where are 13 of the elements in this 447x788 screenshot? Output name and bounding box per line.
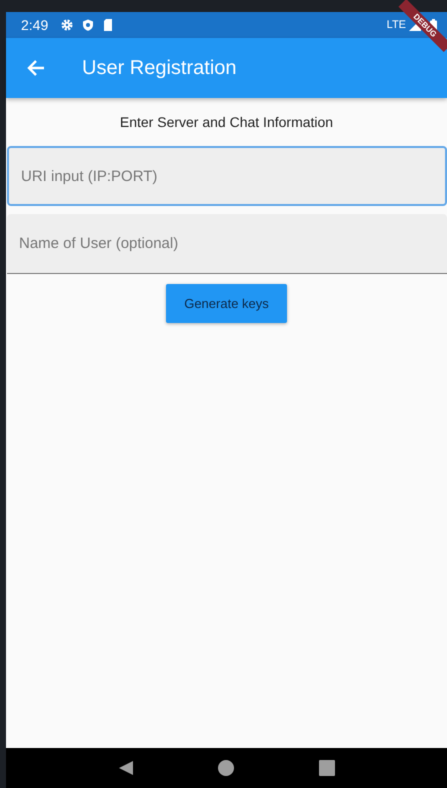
input-field[interactable]: Name of User (optional) — [7, 214, 447, 274]
back-triangle-icon[interactable] — [118, 760, 134, 776]
status-time: 2:49 — [21, 17, 48, 33]
section-heading: Enter Server and Chat Information — [118, 114, 334, 130]
input-field[interactable]: URI input (IP:PORT) — [7, 146, 447, 206]
sd-card-icon — [103, 19, 114, 31]
shield-icon — [82, 19, 94, 31]
app-bar-title: User Registration — [82, 56, 237, 80]
home-circle-icon[interactable] — [218, 760, 234, 776]
back-arrow-icon[interactable] — [26, 58, 46, 78]
gear-icon — [61, 19, 74, 31]
recents-square-icon[interactable] — [318, 760, 335, 776]
generate-keys-button[interactable]: Generate keys — [166, 284, 287, 323]
